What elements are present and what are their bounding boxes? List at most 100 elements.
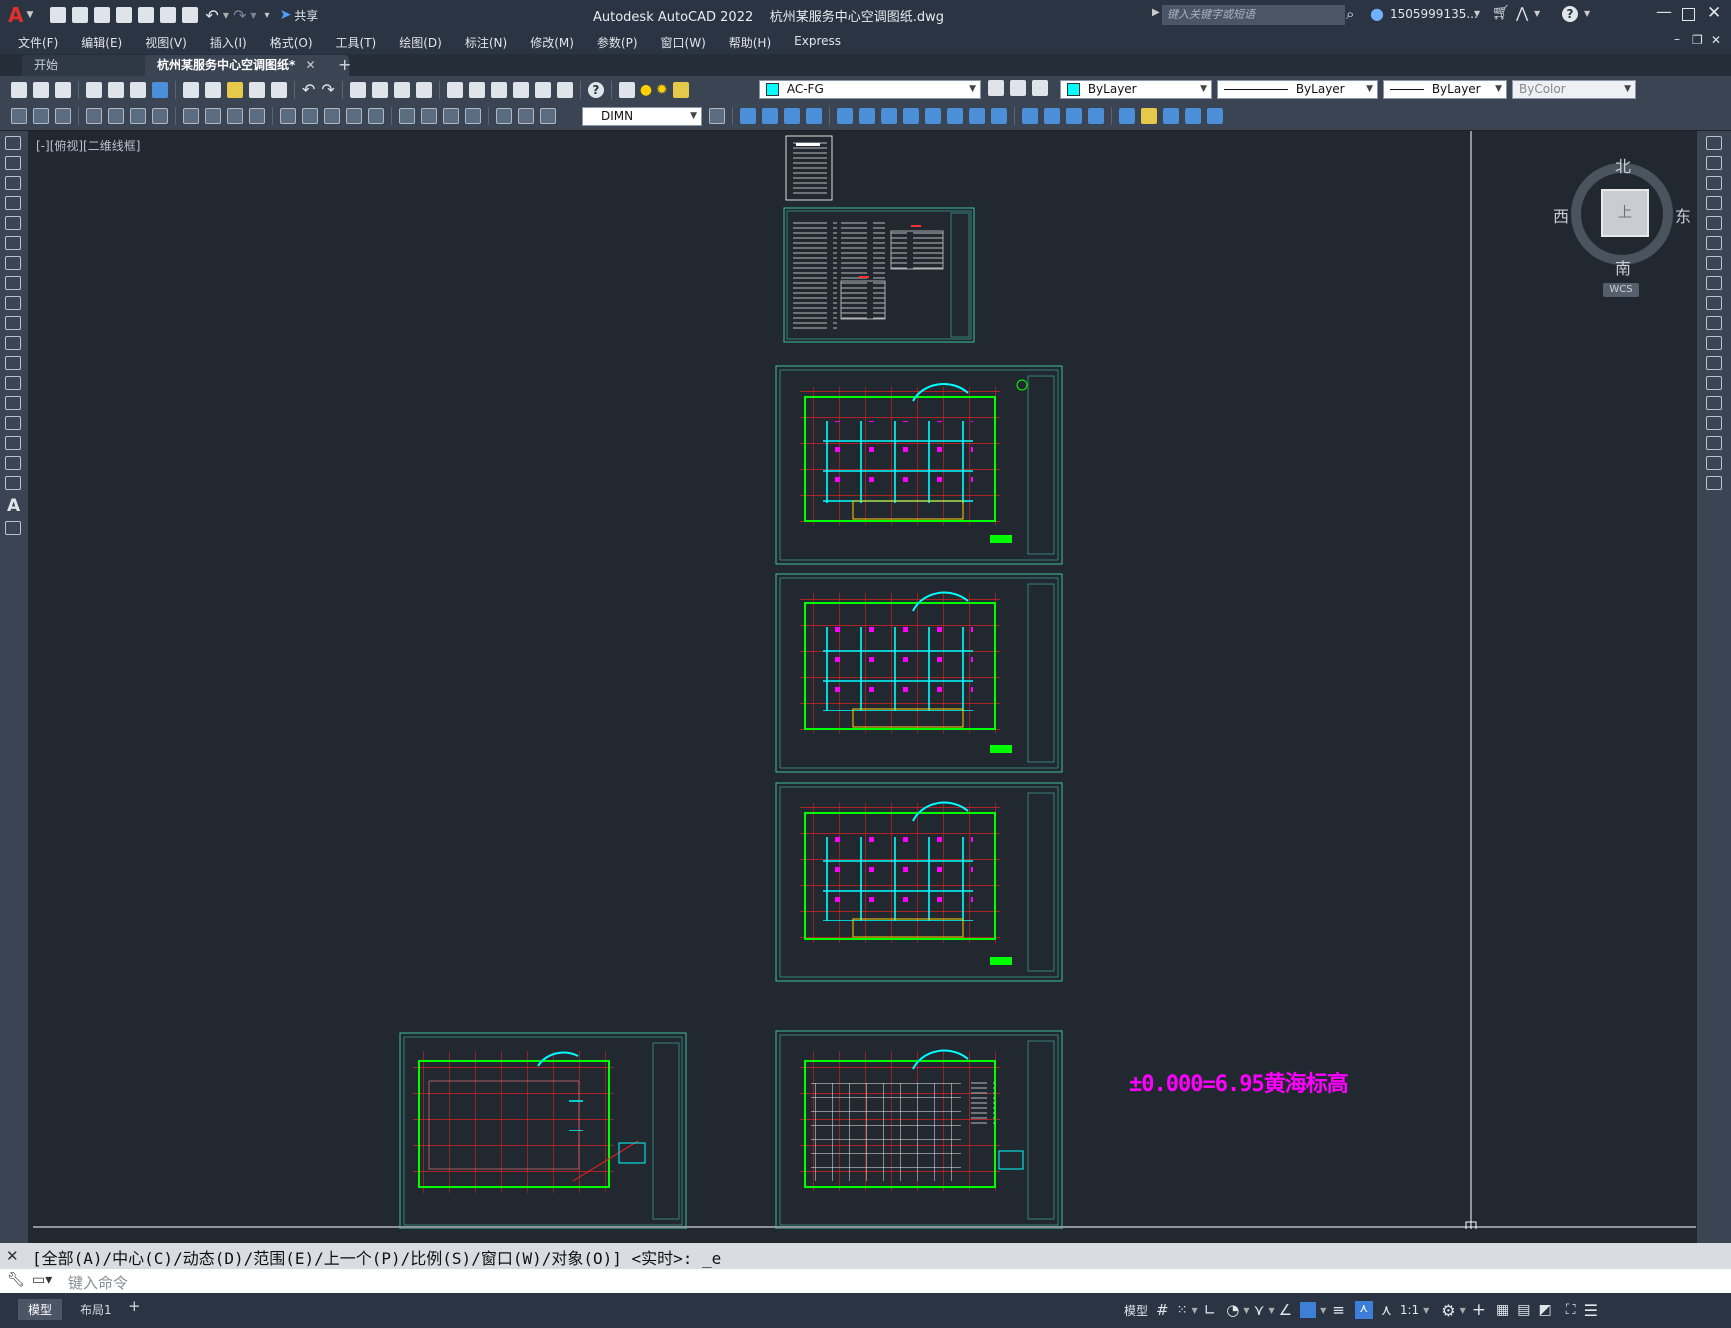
erase-icon[interactable] — [740, 108, 756, 124]
annotation-autoscale-icon[interactable]: ⋏ — [1381, 1301, 1392, 1319]
object-snap-icon[interactable] — [1300, 1302, 1317, 1318]
menu-item[interactable]: 标注(N) — [465, 34, 507, 51]
clean-screen-icon[interactable]: ⛶ — [1566, 1302, 1576, 1318]
compass-south[interactable]: 南 — [1615, 255, 1631, 279]
preview-icon[interactable] — [108, 81, 124, 98]
open-icon[interactable] — [33, 81, 49, 98]
dim-text-edit-icon[interactable] — [518, 108, 534, 124]
command-close-icon[interactable]: ✕ — [6, 1247, 19, 1265]
break-right-icon[interactable] — [1706, 376, 1722, 390]
array-icon[interactable] — [837, 108, 853, 124]
cart-icon[interactable]: 🛒︎ — [1492, 5, 1510, 21]
chamfer-right-icon[interactable] — [1706, 416, 1722, 430]
menu-item[interactable]: 窗口(W) — [661, 34, 706, 51]
close-icon[interactable]: ✕ — [1707, 3, 1721, 23]
help-dropdown-icon[interactable]: ▼ — [1584, 9, 1590, 18]
polar-dropdown-icon[interactable]: ▼ — [1243, 1306, 1249, 1315]
menu-item[interactable]: 帮助(H) — [729, 34, 771, 51]
units-icon[interactable]: ▦ — [1496, 1302, 1509, 1318]
lineweight-dropdown[interactable]: ByLayer ▼ — [1383, 80, 1507, 99]
break-point-icon[interactable] — [1706, 356, 1722, 370]
menu-item[interactable]: 文件(F) — [18, 34, 58, 51]
copy-object-icon[interactable] — [762, 108, 778, 124]
block-editor-icon[interactable] — [271, 81, 287, 98]
explode-icon[interactable] — [1088, 108, 1104, 124]
plotstyle-dropdown[interactable]: ByColor ▼ — [1512, 80, 1636, 99]
redo-dropdown-icon[interactable]: ▼ — [250, 11, 256, 20]
plot-icon[interactable] — [182, 7, 199, 23]
line-icon[interactable] — [5, 136, 21, 150]
menu-item[interactable]: 绘图(D) — [399, 34, 442, 51]
tab-layout1[interactable]: 布局1 — [74, 1299, 118, 1320]
layer-freeze-icon[interactable]: ✹ — [656, 82, 668, 98]
isolate-objects-icon[interactable]: ◩ — [1539, 1302, 1552, 1318]
layer-dropdown[interactable]: AC-FG ▼ — [759, 80, 981, 99]
construction-line-icon[interactable] — [5, 156, 21, 170]
jogged-linear-icon[interactable] — [465, 108, 481, 124]
object-snap-tracking-icon[interactable]: ∠ — [1279, 1301, 1292, 1319]
rectangle-icon[interactable] — [5, 216, 21, 230]
search-icon[interactable]: ⌕ — [1346, 5, 1354, 23]
dim-reassoc-icon[interactable] — [540, 108, 556, 124]
command-line[interactable]: 🔧︎ ▭▾ 键入命令 — [0, 1269, 1731, 1293]
hatch-icon[interactable] — [5, 416, 21, 430]
angular-dim-icon[interactable] — [249, 108, 265, 124]
inspection-icon[interactable] — [443, 108, 459, 124]
quickcalc-icon[interactable] — [556, 81, 573, 98]
customize-qat-icon[interactable]: ▾ — [265, 10, 270, 21]
color-dropdown[interactable]: ByLayer ▼ — [1060, 80, 1212, 99]
expand-arrow-icon[interactable]: ▶ — [1152, 7, 1160, 18]
help-tb-icon[interactable]: ? — [587, 81, 604, 98]
menu-item[interactable]: 参数(P) — [597, 34, 638, 51]
stretch-icon[interactable] — [925, 108, 941, 124]
hatch-back-icon[interactable] — [1207, 108, 1223, 124]
layer-lock-icon[interactable] — [672, 81, 689, 98]
paste-icon[interactable] — [227, 81, 243, 98]
menu-item[interactable]: 插入(I) — [210, 34, 247, 51]
drawing-canvas[interactable]: [-][俯视][二维线框] ±0.000=6.95黄海标高 上 北 南 西 东 … — [33, 131, 1696, 1229]
layer-properties-icon[interactable] — [618, 81, 635, 98]
array-right-icon[interactable] — [1706, 216, 1722, 230]
copy-right-icon[interactable] — [1706, 156, 1722, 170]
dimstyle-dropdown[interactable]: DIMN ▼ — [582, 107, 702, 126]
move-icon[interactable] — [859, 108, 875, 124]
scale-right-icon[interactable] — [1706, 276, 1722, 290]
send-back-icon[interactable] — [1163, 108, 1179, 124]
save-as-icon[interactable] — [116, 7, 133, 23]
osnap-dropdown-icon[interactable]: ▼ — [1320, 1306, 1326, 1315]
command-settings-icon[interactable]: 🔧︎ — [7, 1272, 25, 1288]
revcloud-icon[interactable] — [5, 276, 21, 290]
lineweight-display-icon[interactable]: ≡ — [1332, 1301, 1345, 1319]
layer-previous-icon[interactable] — [1010, 80, 1026, 96]
new-tab-button[interactable]: + — [338, 55, 351, 74]
point-icon[interactable] — [5, 396, 21, 410]
new-file-icon[interactable] — [50, 7, 67, 23]
table-icon[interactable] — [5, 476, 21, 490]
menu-item[interactable]: 视图(V) — [145, 34, 187, 51]
command-recent-icon[interactable]: ▭▾ — [32, 1272, 52, 1288]
save-icon[interactable] — [94, 7, 111, 23]
share-icon[interactable]: ➤ — [280, 7, 292, 23]
compass-west[interactable]: 西 — [1553, 203, 1569, 227]
annotation-scale[interactable]: 1:1 — [1400, 1303, 1419, 1317]
publish-icon[interactable] — [130, 81, 146, 98]
markup-icon[interactable] — [534, 81, 551, 98]
rotate-right-icon[interactable] — [1706, 256, 1722, 270]
rotate-icon[interactable] — [881, 108, 897, 124]
dwf-icon[interactable] — [152, 81, 168, 98]
erase-right-icon[interactable] — [1706, 136, 1722, 150]
arc-icon[interactable] — [5, 236, 21, 250]
grid-icon[interactable]: # — [1156, 1301, 1169, 1319]
compass-east[interactable]: 东 — [1675, 203, 1691, 227]
dimstyle-manager-icon[interactable] — [709, 108, 725, 124]
autodesk-app-icon[interactable]: ⋀ — [1516, 4, 1528, 22]
menu-item[interactable]: 修改(M) — [530, 34, 574, 51]
join-icon[interactable] — [1022, 108, 1038, 124]
workspace-dropdown-icon[interactable]: ▼ — [1460, 1306, 1466, 1315]
scale-dropdown-icon[interactable]: ▼ — [1423, 1306, 1429, 1315]
user-dropdown-icon[interactable]: ▼ — [1474, 9, 1480, 18]
tab-close-icon[interactable]: ✕ — [305, 58, 315, 72]
zoom-realtime-icon[interactable] — [371, 81, 388, 98]
extend-right-icon[interactable] — [1706, 336, 1722, 350]
tab-model[interactable]: 模型 — [18, 1299, 63, 1320]
